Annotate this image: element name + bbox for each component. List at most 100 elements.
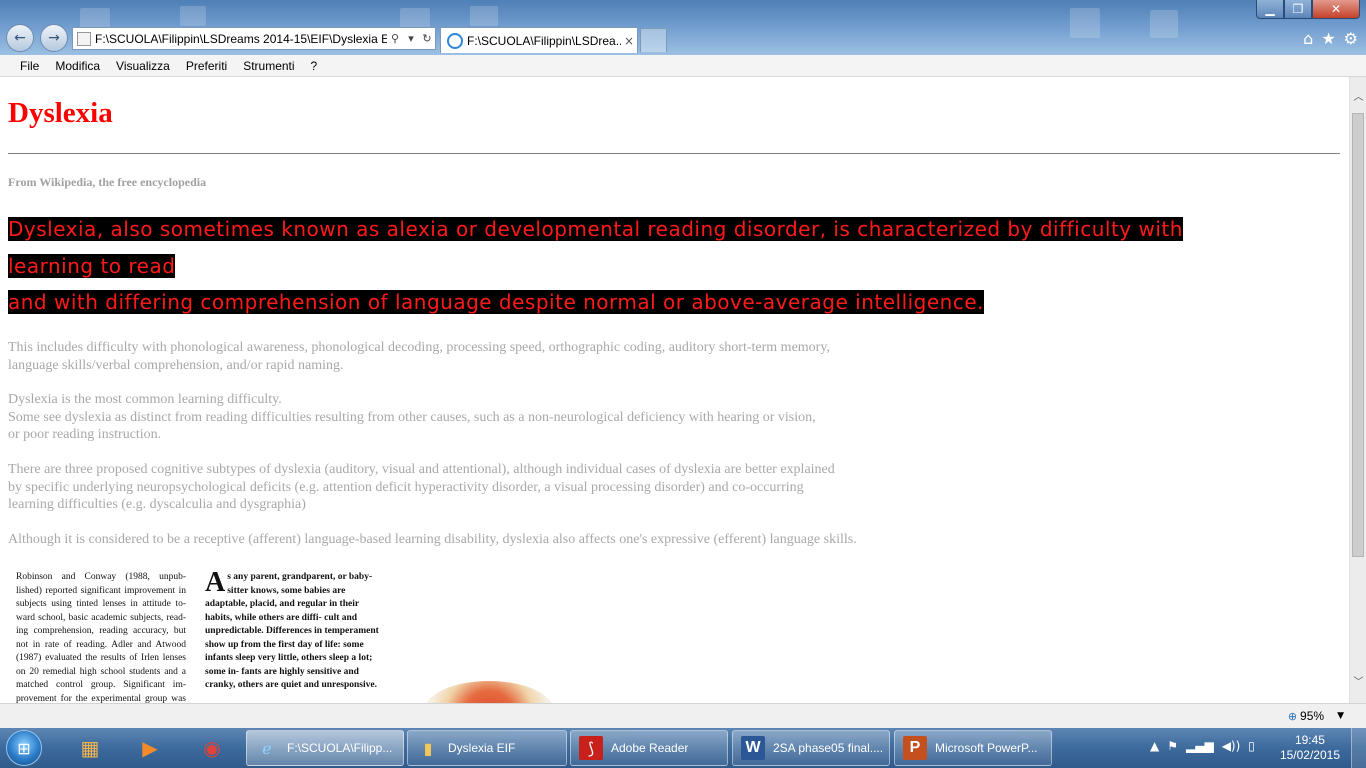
background-tile	[80, 8, 110, 28]
lead-highlight: Dyslexia, also sometimes known as alexia…	[8, 211, 1183, 321]
taskbar-window-powerpoint[interactable]: P Microsoft PowerP...	[894, 730, 1052, 766]
scroll-up-icon[interactable]: ︿	[1350, 89, 1366, 106]
taskbar-clock[interactable]: 19:45 15/02/2015	[1280, 733, 1340, 763]
lead-line: learning to read	[8, 253, 176, 278]
page-content[interactable]: Dyslexia From Wikipedia, the free encycl…	[0, 77, 1349, 703]
page-icon	[77, 32, 91, 46]
scanned-text-image-left: Robinson and Conway (1988, unpub- lished…	[16, 572, 186, 703]
paragraph-line: Dyslexia is the most common learning dif…	[8, 392, 282, 407]
adobe-reader-icon: ⟆	[579, 736, 603, 760]
show-hidden-icons[interactable]: ▲	[1150, 739, 1159, 753]
vertical-scrollbar[interactable]: ︿ ﹀	[1349, 77, 1366, 703]
address-bar[interactable]: F:\SCUOLA\Filippin\LSDreams 2014-15\EIF\…	[72, 27, 436, 50]
minimize-button[interactable]: ▁	[1256, 0, 1284, 19]
background-tile	[400, 8, 430, 28]
taskbar-window-label: Dyslexia EIF	[448, 741, 516, 755]
window-controls: ▁ ❐ ✕	[1256, 0, 1360, 19]
search-icon[interactable]: ⚲	[387, 32, 403, 45]
menu-bar: File Modifica Visualizza Preferiti Strum…	[0, 55, 1366, 77]
menu-modifica[interactable]: Modifica	[47, 59, 108, 73]
menu-file[interactable]: File	[12, 59, 47, 73]
powerpoint-icon: P	[903, 736, 927, 760]
forward-button[interactable]: →	[40, 24, 68, 52]
scanned-text-image-right: As any parent, grandparent, or baby-sitt…	[205, 567, 382, 693]
paragraph: This includes difficulty with phonologic…	[8, 339, 1008, 374]
address-url[interactable]: F:\SCUOLA\Filippin\LSDreams 2014-15\EIF\…	[73, 32, 387, 46]
magnifier-icon: ⊕	[1287, 709, 1298, 723]
taskbar-window-label: F:\SCUOLA\Filipp...	[287, 741, 393, 755]
arrow-right-icon: →	[48, 30, 60, 46]
scanned-text: s any parent, grandparent, or baby-sitte…	[205, 572, 379, 690]
gear-icon[interactable]: ⚙	[1344, 29, 1358, 48]
paragraph: Dyslexia is the most common learning dif…	[8, 391, 1008, 444]
home-icon[interactable]: ⌂	[1303, 29, 1313, 48]
show-desktop-button[interactable]	[1351, 728, 1366, 768]
paragraph-line: Although it is considered to be a recept…	[8, 532, 857, 547]
tab-dyslexia[interactable]: F:\SCUOLA\Filippin\LSDrea... ×	[440, 27, 638, 53]
close-window-button[interactable]: ✕	[1312, 0, 1360, 19]
paragraph-line: by specific underlying neuropsychologica…	[8, 479, 804, 495]
menu-preferiti[interactable]: Preferiti	[178, 59, 235, 73]
lead-line: and with differing comprehension of lang…	[8, 290, 985, 314]
zoom-level: 95%	[1300, 709, 1325, 723]
clock-date: 15/02/2015	[1279, 748, 1340, 762]
paragraph: Although it is considered to be a recept…	[8, 531, 1008, 549]
tab-title: F:\SCUOLA\Filippin\LSDrea...	[467, 33, 621, 48]
windows-taskbar: ⊞ ▦ ▶ ◉ ℯ F:\SCUOLA\Filipp... ▮ Dyslexia…	[0, 728, 1366, 768]
toolbar-icons: ⌂ ★ ⚙	[1303, 29, 1358, 48]
menu-help[interactable]: ?	[303, 59, 326, 73]
taskbar-window-label: 2SA phase05 final....	[773, 741, 884, 755]
paragraph-line: There are three proposed cognitive subty…	[8, 462, 835, 477]
dropdown-arrow-icon[interactable]: ▾	[403, 32, 419, 45]
ie-icon: ℯ	[262, 738, 272, 758]
explorer-app-icon: ▦	[80, 736, 100, 760]
refresh-icon[interactable]: ↻	[419, 32, 435, 45]
favorites-star-icon[interactable]: ★	[1321, 29, 1335, 48]
media-player-icon: ▶	[142, 736, 158, 760]
zoom-control[interactable]: ⊕ 95% ▼	[1288, 709, 1344, 723]
paragraph-line: learning difficulties (e.g. dyscalculia …	[8, 497, 306, 512]
background-tile	[1070, 8, 1100, 38]
paragraph-line: This includes difficulty with phonologic…	[8, 340, 830, 355]
windows-logo-icon: ⊞	[17, 738, 31, 758]
taskbar-window-label: Microsoft PowerP...	[935, 741, 1038, 755]
brain-image	[424, 681, 554, 703]
paragraph-line: Some see dyslexia as distinct from readi…	[8, 409, 816, 425]
zoom-dropdown-icon[interactable]: ▼	[1337, 711, 1344, 721]
horizontal-rule	[8, 153, 1340, 154]
paragraph: There are three proposed cognitive subty…	[8, 461, 1008, 514]
menu-strumenti[interactable]: Strumenti	[235, 59, 302, 73]
paragraph-line: language skills/verbal comprehension, an…	[8, 357, 344, 373]
network-icon[interactable]: ▂▄▆	[1186, 739, 1214, 753]
action-center-icon[interactable]: ⚑	[1167, 739, 1178, 753]
ie-icon	[447, 32, 463, 49]
word-icon: W	[741, 736, 765, 760]
browser-titlebar: ▁ ❐ ✕ ← → F:\SCUOLA\Filippin\LSDreams 20…	[0, 0, 1366, 55]
clock-time: 19:45	[1294, 733, 1325, 747]
tab-close-icon[interactable]: ×	[621, 34, 637, 48]
taskbar-window-word[interactable]: W 2SA phase05 final....	[732, 730, 890, 766]
volume-icon[interactable]: ◀))	[1222, 739, 1241, 753]
pinned-app[interactable]: ▶	[124, 731, 176, 765]
menu-visualizza[interactable]: Visualizza	[108, 59, 178, 73]
source-note: From Wikipedia, the free encyclopedia	[8, 175, 207, 189]
taskbar-window-ie[interactable]: ℯ F:\SCUOLA\Filipp...	[246, 730, 404, 766]
background-tile	[1150, 10, 1178, 38]
start-button[interactable]: ⊞	[6, 730, 42, 766]
system-tray: ▲ ⚑ ▂▄▆ ◀)) ▯	[1150, 739, 1255, 753]
background-tile	[180, 6, 206, 26]
scroll-thumb[interactable]	[1352, 113, 1364, 557]
new-tab-button[interactable]	[640, 28, 667, 52]
power-icon[interactable]: ▯	[1248, 739, 1255, 753]
status-bar: ⊕ 95% ▼	[0, 703, 1366, 728]
folder-icon: ▮	[423, 738, 433, 758]
scroll-down-icon[interactable]: ﹀	[1350, 674, 1366, 691]
pinned-app[interactable]: ▦	[64, 731, 116, 765]
background-tile	[470, 6, 498, 26]
drop-cap: A	[205, 567, 226, 598]
taskbar-window-adobe[interactable]: ⟆ Adobe Reader	[570, 730, 728, 766]
pinned-app[interactable]: ◉	[186, 731, 238, 765]
maximize-button[interactable]: ❐	[1284, 0, 1312, 19]
taskbar-window-folder[interactable]: ▮ Dyslexia EIF	[407, 730, 567, 766]
back-button[interactable]: ←	[6, 24, 34, 52]
